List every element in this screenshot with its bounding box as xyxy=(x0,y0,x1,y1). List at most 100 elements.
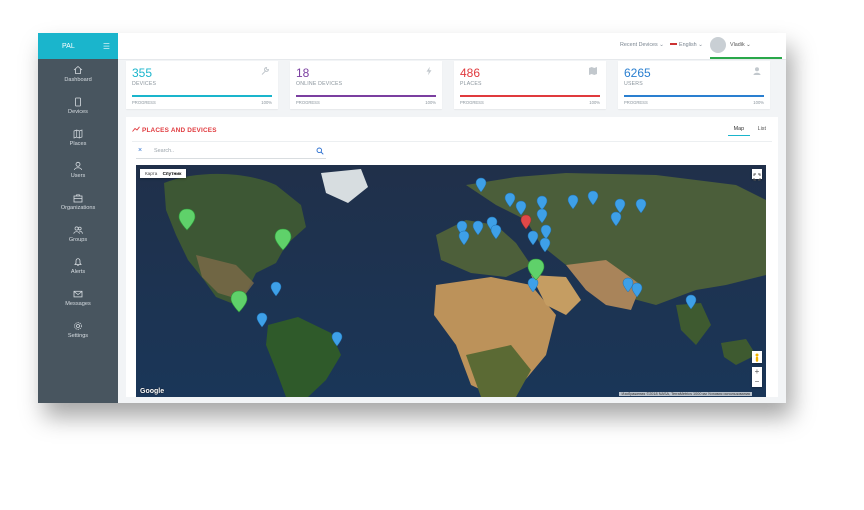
map-icon xyxy=(589,67,597,75)
sidebar-item-settings[interactable]: Settings xyxy=(38,321,118,339)
stat-card-users: 6265 USERS PROGRESS 100% xyxy=(618,61,770,109)
google-logo: Google xyxy=(140,388,165,395)
envelope-icon xyxy=(73,290,83,298)
progress-percent: 100% xyxy=(753,100,764,105)
tab-list[interactable]: List xyxy=(752,126,772,135)
stat-label: USERS xyxy=(624,81,643,87)
tablet-icon xyxy=(75,97,81,107)
search-input[interactable]: × Search.. xyxy=(136,146,326,159)
bolt-icon xyxy=(426,66,432,76)
progress-bar xyxy=(296,95,436,97)
progress-percent: 100% xyxy=(589,100,600,105)
sidebar-item-dashboard[interactable]: Dashboard xyxy=(38,65,118,83)
map-marker[interactable] xyxy=(536,208,548,224)
fullscreen-button[interactable] xyxy=(752,169,762,181)
panel-title-text: PLACES AND DEVICES xyxy=(141,127,217,134)
cluster-marker[interactable] xyxy=(527,258,545,281)
map-marker[interactable] xyxy=(490,224,502,240)
map-marker[interactable] xyxy=(527,277,539,293)
stat-card-devices: 355 DEVICES PROGRESS 100% xyxy=(126,61,278,109)
gear-icon xyxy=(74,322,82,330)
map-marker[interactable] xyxy=(635,198,647,214)
panel-title: PLACES AND DEVICES xyxy=(132,126,217,134)
selected-marker[interactable] xyxy=(520,214,532,230)
map-marker[interactable] xyxy=(270,281,282,297)
map-marker[interactable] xyxy=(536,195,548,211)
map-marker[interactable] xyxy=(567,194,579,210)
top-bar: Recent Devices ⌄ English ⌄ Vladik ⌄ xyxy=(118,33,786,60)
sidebar-item-alerts[interactable]: Alerts xyxy=(38,257,118,275)
user-name-label: Vladik xyxy=(730,42,745,48)
map-type-map[interactable]: Карта xyxy=(143,171,159,176)
tab-map[interactable]: Map xyxy=(727,126,751,136)
progress-label: PROGRESS xyxy=(624,100,648,105)
close-icon[interactable]: × xyxy=(138,147,142,154)
map-marker[interactable] xyxy=(475,177,487,193)
divider xyxy=(132,141,772,142)
map-marker[interactable] xyxy=(472,220,484,236)
user-menu[interactable]: Vladik ⌄ xyxy=(710,37,782,59)
line-chart-icon xyxy=(132,126,140,132)
progress-label: PROGRESS xyxy=(460,100,484,105)
map-attribution: Изображения ©2018 NASA, TerraMetrics 100… xyxy=(619,392,752,396)
map-type-satellite[interactable]: Спутник xyxy=(161,171,184,176)
flag-icon xyxy=(670,42,677,47)
places-devices-panel: PLACES AND DEVICES Map List × Search.. К… xyxy=(126,117,778,397)
world-map[interactable]: Карта Спутник + − Google Изображения ©20… xyxy=(136,165,766,397)
map-marker[interactable] xyxy=(610,211,622,227)
map-marker[interactable] xyxy=(504,192,516,208)
sidebar-item-groups[interactable]: Groups xyxy=(38,225,118,243)
user-name: Vladik ⌄ xyxy=(730,42,751,48)
stat-label: PLACES xyxy=(460,81,482,87)
zoom-out-button[interactable]: − xyxy=(752,377,762,387)
stat-card-places: 486 PLACES PROGRESS 100% xyxy=(454,61,606,109)
user-icon xyxy=(753,67,761,75)
map-marker[interactable] xyxy=(458,230,470,246)
sidebar-item-label: Users xyxy=(70,173,86,179)
progress-bar xyxy=(624,95,764,97)
sidebar-item-label: Organizations xyxy=(60,205,96,211)
progress-label: PROGRESS xyxy=(296,100,320,105)
stat-card-online-devices: 18 ONLINE DEVICES PROGRESS 100% xyxy=(290,61,442,109)
progress-label: PROGRESS xyxy=(132,100,156,105)
map-marker[interactable] xyxy=(331,331,343,347)
search-placeholder: Search.. xyxy=(154,148,175,154)
menu-toggle-icon[interactable]: ☰ xyxy=(103,42,110,51)
map-marker[interactable] xyxy=(587,190,599,206)
recent-devices-dropdown[interactable]: Recent Devices ⌄ xyxy=(620,42,664,48)
users-icon xyxy=(73,226,83,234)
app-window: PAL ☰ Dashboard Devices Places Users Org… xyxy=(38,33,786,403)
sidebar-item-label: Settings xyxy=(67,333,89,339)
cluster-marker[interactable] xyxy=(274,228,292,251)
sidebar-item-devices[interactable]: Devices xyxy=(38,97,118,115)
cluster-marker[interactable] xyxy=(230,290,248,313)
stat-label: DEVICES xyxy=(132,81,157,87)
map-marker[interactable] xyxy=(540,224,552,240)
sidebar-item-label: Groups xyxy=(68,237,88,243)
language-selector[interactable]: English ⌄ xyxy=(670,42,703,48)
sidebar-item-label: Dashboard xyxy=(64,77,92,83)
sidebar-item-places[interactable]: Places xyxy=(38,129,118,147)
map-marker[interactable] xyxy=(527,230,539,246)
sidebar-item-users[interactable]: Users xyxy=(38,161,118,179)
chevron-down-icon: ⌄ xyxy=(659,42,664,48)
map-icon xyxy=(73,129,83,139)
street-view-pegman[interactable] xyxy=(752,351,762,363)
map-marker[interactable] xyxy=(631,282,643,298)
sidebar-item-messages[interactable]: Messages xyxy=(38,289,118,307)
cluster-marker[interactable] xyxy=(178,208,196,231)
progress-bar xyxy=(132,95,272,97)
sidebar-item-label: Messages xyxy=(65,301,91,307)
zoom-in-button[interactable]: + xyxy=(752,367,762,377)
map-marker[interactable] xyxy=(539,237,551,253)
sidebar-item-organizations[interactable]: Organizations xyxy=(38,193,118,211)
map-marker[interactable] xyxy=(256,312,268,328)
search-icon[interactable] xyxy=(316,147,324,155)
progress-percent: 100% xyxy=(261,100,272,105)
map-marker[interactable] xyxy=(515,200,527,216)
location-markers[interactable] xyxy=(256,177,697,347)
map-marker[interactable] xyxy=(622,277,634,293)
sidebar-item-label: Alerts xyxy=(70,269,86,275)
map-marker[interactable] xyxy=(614,198,626,214)
map-marker[interactable] xyxy=(685,294,697,310)
